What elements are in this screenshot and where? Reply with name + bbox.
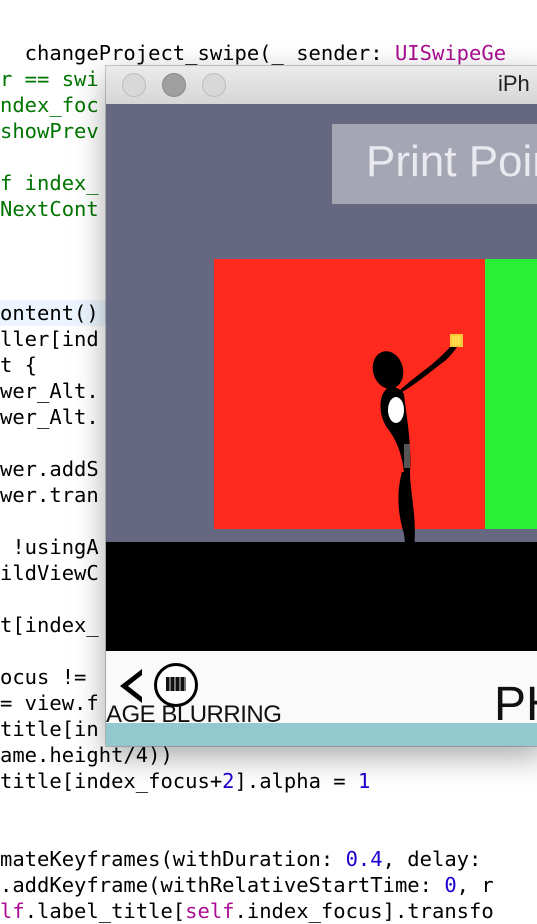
code-token: ].alpha = bbox=[234, 769, 358, 793]
code-line: title[index_focus+2].alpha = 1 bbox=[0, 768, 370, 794]
code-line: .addKeyframe(withRelativeStartTime: 0, r bbox=[0, 872, 494, 898]
code-line: t { bbox=[0, 352, 37, 378]
code-token: .label_title[ bbox=[24, 899, 186, 923]
code-token: f index_ bbox=[0, 171, 99, 195]
code-line: ller[ind bbox=[0, 326, 99, 352]
code-token: , r bbox=[456, 873, 494, 897]
code-line: lf.label_title[self.index_focus].transfo bbox=[0, 898, 494, 924]
title-bar[interactable]: iPh bbox=[106, 66, 537, 105]
code-token: ndex_foc bbox=[0, 93, 99, 117]
code-token: wer_Alt. bbox=[0, 379, 99, 403]
blur-thumbnail-icon bbox=[166, 677, 186, 691]
code-token: , delay: bbox=[382, 847, 494, 871]
code-token: 2 bbox=[222, 769, 235, 793]
dancer-figure-image bbox=[372, 334, 463, 580]
teal-footer-bar bbox=[106, 723, 537, 746]
code-line: mateKeyframes(withDuration: 0.4, delay: bbox=[0, 846, 494, 872]
code-token: ildViewC bbox=[0, 561, 99, 585]
code-token: lf bbox=[0, 899, 25, 923]
code-token: ocus != bbox=[0, 665, 99, 689]
code-line: ndex_foc bbox=[0, 92, 99, 118]
code-line: title[in bbox=[0, 716, 99, 742]
code-token: title[in bbox=[0, 717, 99, 741]
code-token: t { bbox=[0, 353, 38, 377]
code-line: wer_Alt. bbox=[0, 378, 99, 404]
code-token: 0.4 bbox=[345, 847, 383, 871]
back-arrow-icon[interactable] bbox=[118, 667, 144, 705]
code-token: .addKeyframe(withRelativeStartTime: bbox=[0, 873, 445, 897]
code-token: ller[ind bbox=[0, 327, 99, 351]
close-window-button[interactable] bbox=[122, 73, 146, 97]
code-token: NextCont bbox=[0, 197, 99, 221]
code-line: t[index_ bbox=[0, 612, 99, 638]
code-line: wer_Alt. bbox=[0, 404, 99, 430]
zoom-window-button[interactable] bbox=[202, 73, 226, 97]
code-token: t[index_ bbox=[0, 613, 99, 637]
print-point-button[interactable]: Print Poin bbox=[332, 124, 537, 204]
code-line: changeProject_swipe(_ sender: UISwipeGe bbox=[0, 40, 506, 66]
code-line: wer.addS bbox=[0, 456, 99, 482]
code-token: title[index_focus+ bbox=[0, 769, 223, 793]
code-line: f index_ bbox=[0, 170, 99, 196]
code-line: !usingA bbox=[0, 534, 99, 560]
code-token: wer_Alt. bbox=[0, 405, 99, 429]
green-image-panel bbox=[485, 259, 537, 529]
code-token: = view.f bbox=[0, 691, 99, 715]
window-title: iPh bbox=[498, 71, 530, 96]
code-token: ontent() bbox=[0, 301, 99, 325]
code-token: 1 bbox=[357, 769, 371, 793]
code-line: showPrev bbox=[0, 118, 99, 144]
code-token: r == swi bbox=[0, 67, 99, 91]
code-token: wer.tran bbox=[0, 483, 99, 507]
code-token: .index_focus].transfo bbox=[234, 899, 494, 923]
minimize-window-button[interactable] bbox=[162, 73, 186, 97]
code-line: ontent() bbox=[0, 300, 99, 326]
code-token: ame.height/4)) bbox=[0, 743, 173, 767]
code-line: wer.tran bbox=[0, 482, 99, 508]
code-token: wer.addS bbox=[0, 457, 99, 481]
code-line: = view.f bbox=[0, 690, 99, 716]
code-line: ildViewC bbox=[0, 560, 99, 586]
code-token: mateKeyframes(withDuration: bbox=[0, 847, 346, 871]
code-token: 0 bbox=[444, 873, 457, 897]
code-line: r == swi bbox=[0, 66, 99, 92]
code-token: showPrev bbox=[0, 119, 99, 143]
black-content-area bbox=[106, 542, 537, 651]
bottom-toolbar: AGE BLURRING PH bbox=[106, 651, 537, 731]
print-point-label: Print Poin bbox=[366, 137, 537, 186]
code-line: NextCont bbox=[0, 196, 99, 222]
simulator-screen: Print Poin AGE BLURRING PH bbox=[106, 104, 537, 746]
simulator-window[interactable]: iPh Print Poin AGE BLURRING P bbox=[106, 66, 537, 746]
code-line: ocus != bbox=[0, 664, 99, 690]
code-token: UISwipeGe bbox=[394, 41, 507, 65]
code-token: !usingA bbox=[0, 535, 99, 559]
code-token: self bbox=[185, 899, 235, 923]
code-token: changeProject_swipe(_ sender: bbox=[0, 41, 395, 65]
